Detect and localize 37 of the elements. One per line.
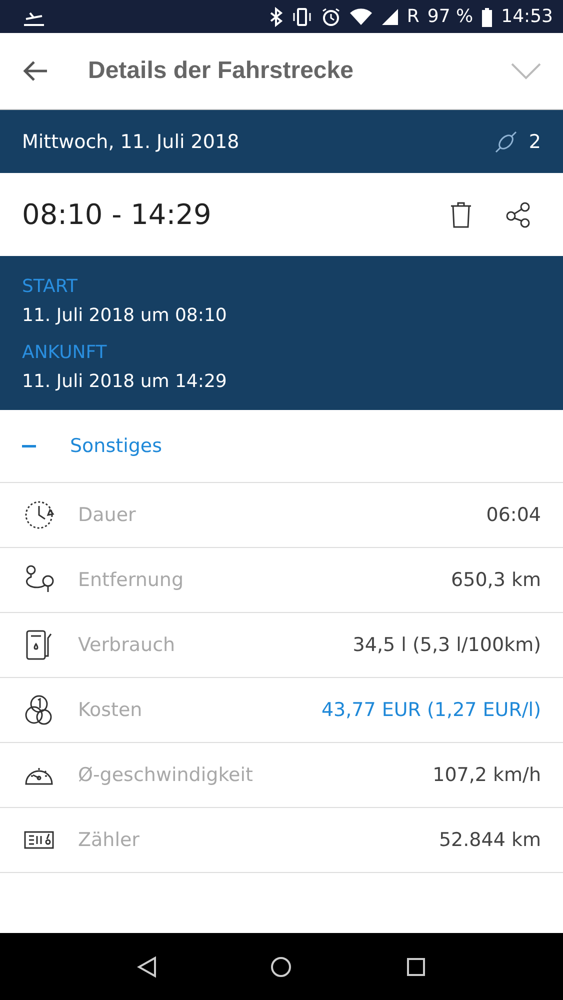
detail-value: 52.844 km	[438, 829, 541, 851]
stop-datetime: 11. Juli 2018 um 08:10	[22, 305, 228, 326]
battery-percentage: 97 %	[427, 6, 474, 27]
signal-icon	[380, 8, 399, 26]
detail-label: Verbrauch	[78, 634, 176, 656]
wifi-icon	[348, 8, 373, 26]
detail-label: Ø-geschwindigkeit	[78, 764, 254, 786]
detail-label: Zähler	[78, 829, 140, 851]
stop-datetime: 11. Juli 2018 um 14:29	[22, 371, 228, 392]
stop-label: START	[22, 276, 79, 297]
detail-value: 06:04	[486, 504, 541, 526]
vibrate-icon	[290, 6, 313, 26]
detail-value-link[interactable]: 43,77 EUR (1,27 EUR/l)	[321, 699, 541, 721]
trip-date: Mittwoch, 11. Juli 2018	[22, 130, 240, 152]
back-button[interactable]	[22, 60, 48, 82]
section-title[interactable]: Sonstiges	[70, 435, 162, 457]
recents-nav-button[interactable]	[406, 956, 426, 976]
bluetooth-icon	[268, 6, 283, 26]
detail-value: 34,5 l (5,3 l/100km)	[352, 634, 541, 656]
stop-label: ANKUNFT	[22, 342, 108, 363]
back-nav-button[interactable]	[136, 956, 157, 978]
connection-count: 2	[528, 130, 541, 152]
trip-time-range: 08:10 - 14:29	[22, 198, 212, 231]
delete-button[interactable]	[449, 200, 473, 228]
detail-label: Kosten	[78, 699, 144, 721]
detail-value: 107,2 km/h	[432, 764, 541, 786]
detail-value: 650,3 km	[451, 569, 541, 591]
detail-label: Dauer	[78, 504, 137, 526]
plug-icon	[492, 128, 519, 154]
roaming-indicator: R	[406, 6, 420, 27]
alarm-icon	[320, 6, 341, 26]
home-nav-button[interactable]	[270, 956, 292, 978]
collapse-icon[interactable]	[22, 444, 36, 448]
detail-label: Entfernung	[78, 569, 185, 591]
battery-icon	[481, 6, 494, 26]
screen-title: Details der Fahrstrecke	[88, 57, 354, 85]
clock-time: 14:53	[501, 6, 553, 27]
